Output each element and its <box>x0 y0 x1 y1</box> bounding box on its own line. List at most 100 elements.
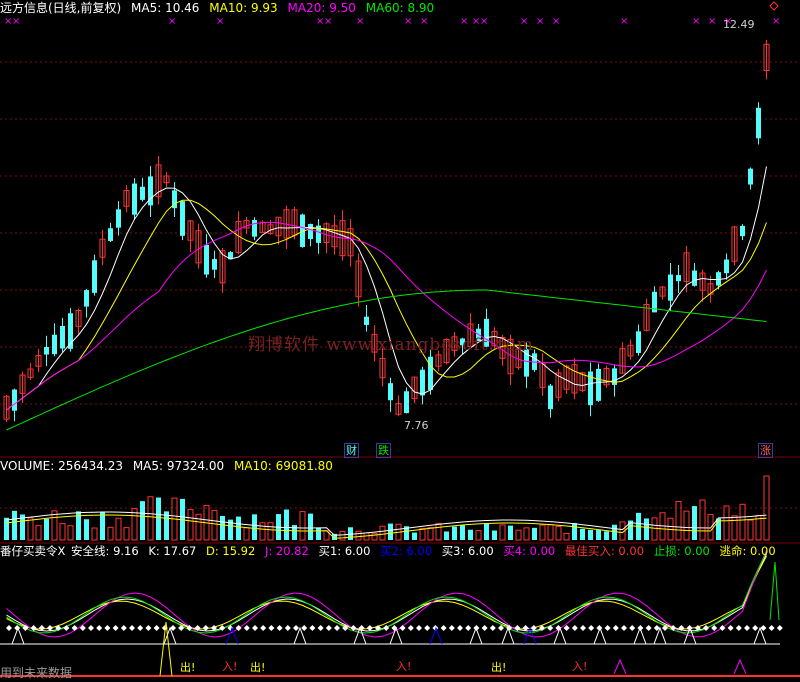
volume-bar-down <box>220 515 225 540</box>
volume-bar-down <box>236 516 241 540</box>
diamond-marker <box>30 625 37 631</box>
volume-bar-up <box>539 524 546 541</box>
safe-line-value: 安全线: 9.16 <box>71 544 139 558</box>
candle-body-down <box>60 325 65 349</box>
diamond-marker <box>88 625 94 631</box>
buy-triangle <box>733 658 747 675</box>
volume-bar-down <box>44 518 49 540</box>
buy4-value: 买4: 0.00 <box>503 544 556 558</box>
volume-bar-down <box>388 523 393 540</box>
diamond-marker <box>145 625 152 631</box>
candle-body-down <box>428 356 433 390</box>
volume-value: VOLUME: 256434.23 <box>0 459 123 473</box>
volume-bar-down <box>84 519 89 540</box>
stock-name: 远方信息(日线,前复权) <box>0 1 122 15</box>
top-marker: × <box>460 16 468 27</box>
top-marker: × <box>708 16 716 27</box>
volume-bar-up <box>555 525 562 541</box>
volume-bar-down <box>4 517 9 540</box>
candle-body-down <box>388 383 393 401</box>
indicator-name: 番仔买卖令X <box>0 544 66 558</box>
volume-bar-down <box>308 513 313 540</box>
volume-bar-down <box>444 531 449 540</box>
diamond-marker <box>776 625 783 631</box>
rise-event-tag[interactable]: 涨 <box>758 443 773 458</box>
volume-bar-down <box>100 512 105 540</box>
diamond-marker <box>547 625 554 631</box>
volume-bar-up <box>59 523 66 541</box>
footer-note: 用到未来数据 <box>0 666 73 680</box>
ma10-value: MA10: 9.93 <box>209 1 278 15</box>
candle-body-down <box>308 223 313 240</box>
volume-bar-up <box>547 524 554 541</box>
ma60-value: MA60: 8.90 <box>365 1 435 15</box>
buy3-value: 买3: 6.00 <box>441 544 494 558</box>
diamond-marker <box>407 625 414 631</box>
diamond-marker <box>104 625 111 631</box>
volume-bar-down <box>252 514 257 540</box>
diamond-marker <box>448 625 455 631</box>
diamond-marker <box>612 625 619 631</box>
volume-bar-up <box>67 525 74 541</box>
finance-event-tag[interactable]: 财 <box>344 443 359 458</box>
volume-bar-down <box>348 527 353 540</box>
volume-bar-up <box>651 517 658 541</box>
volume-bar-up <box>683 510 690 541</box>
diamond-marker <box>260 625 267 631</box>
volume-bar-down <box>604 531 609 540</box>
best-buy-value: 最佳买入: 0.00 <box>564 544 645 558</box>
diamond-marker <box>703 625 709 631</box>
ma5-value: MA5: 10.46 <box>131 1 200 15</box>
signal-triangle <box>653 626 667 645</box>
volume-bar-down <box>284 509 289 540</box>
diamond-marker <box>284 625 291 631</box>
volume-bar-down <box>692 506 697 540</box>
candle-body-down <box>84 290 89 307</box>
volume-bar-up <box>523 527 530 541</box>
volume-bar-up <box>747 519 754 541</box>
enter-signal-1: 入! <box>222 660 238 673</box>
volume-bar-up <box>563 533 570 541</box>
candle-body-down <box>52 334 57 355</box>
diamond-marker <box>744 625 750 631</box>
volume-bar-up <box>259 522 266 541</box>
candle-body-down <box>420 369 425 396</box>
volume-bar-up <box>187 509 194 541</box>
watermark: 翔博软件 www.xiangbosoft.com <box>248 335 534 355</box>
top-marker: × <box>420 16 428 27</box>
top-marker: × <box>772 16 780 27</box>
diamond-marker <box>457 625 463 631</box>
volume-bar-up <box>123 527 130 541</box>
candle-body-down <box>596 368 601 401</box>
volume-bar-up <box>195 513 202 541</box>
volume-bar-up <box>419 527 426 541</box>
volume-bar-up <box>355 530 362 541</box>
volume-header: VOLUME: 256434.23 MA5: 97324.00 MA10: 69… <box>0 458 339 474</box>
volume-bar-up <box>35 525 42 541</box>
volume-bar-up <box>435 522 442 541</box>
candle-body-down <box>676 275 681 282</box>
volume-bar-up <box>115 517 122 541</box>
top-marker: × <box>536 16 544 27</box>
top-marker: × <box>324 16 332 27</box>
candle-body-down <box>44 346 49 355</box>
volume-bar-down <box>156 497 161 540</box>
top-marker: × <box>520 16 528 27</box>
enter-signal-3: 入! <box>572 660 588 673</box>
volume-bar-up <box>379 525 386 541</box>
ma5-line <box>6 166 767 411</box>
volume-bar-up <box>499 524 506 541</box>
top-marker: × <box>480 16 488 27</box>
volume-ma10-value: MA10: 69081.80 <box>233 459 333 473</box>
enter-signal-2: 入! <box>396 660 412 673</box>
diamond-marker <box>489 625 496 631</box>
diamond-marker <box>752 625 759 631</box>
volume-bar-down <box>468 529 473 540</box>
volume-bar-down <box>140 501 145 540</box>
diamond-marker <box>293 625 299 631</box>
fall-event-tag[interactable]: 跌 <box>376 443 391 458</box>
diamond-marker <box>399 625 406 631</box>
volume-bar-down <box>412 532 417 540</box>
diamond-marker <box>416 625 422 631</box>
diamond-marker <box>604 625 611 631</box>
